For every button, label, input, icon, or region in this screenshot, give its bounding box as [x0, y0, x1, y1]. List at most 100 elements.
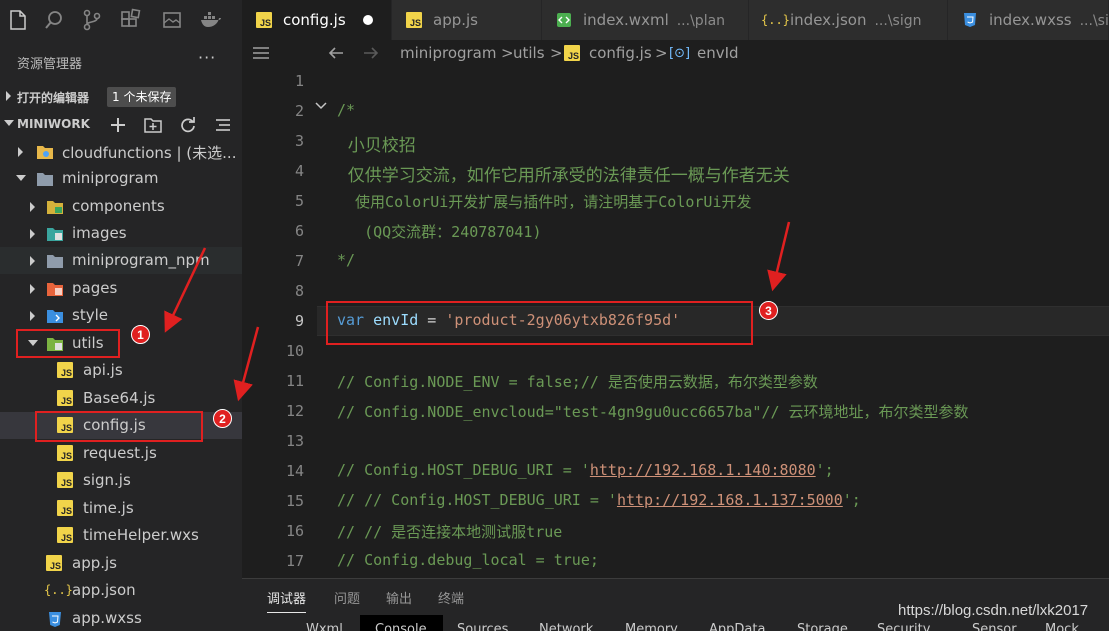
tree-item-label: images: [72, 224, 127, 242]
fold-chevron-icon[interactable]: [314, 101, 328, 111]
annotation-box-envid: [326, 301, 753, 345]
chevron-right-icon: [30, 256, 35, 266]
breadcrumb-miniprogram[interactable]: miniprogram: [400, 44, 496, 62]
watermark: https://blog.csdn.net/lxk2017: [898, 602, 1089, 619]
tab-path: ...\plan: [676, 13, 726, 29]
tab-terminal[interactable]: 终端: [438, 588, 464, 607]
new-folder-icon[interactable]: [143, 115, 163, 135]
tree-item-api-js[interactable]: JS api.js: [0, 357, 242, 384]
folder-icon: [47, 255, 63, 268]
extensions-icon[interactable]: [119, 8, 143, 32]
tab-label: index.wxml ...\plan: [583, 11, 726, 29]
open-editors-section[interactable]: 打开的编辑器 1 个未保存: [0, 86, 242, 108]
folder-style-icon: [47, 310, 63, 323]
tree-item-base64-js[interactable]: JS Base64.js: [0, 385, 242, 412]
js-file-icon: JS: [46, 555, 64, 573]
tree-item-label: app.js: [72, 554, 117, 572]
line-number: 14: [285, 462, 304, 480]
tree-item-app-js[interactable]: JS app.js: [0, 550, 242, 577]
chevron-right-icon: [30, 311, 35, 321]
url-link[interactable]: http://192.168.1.140:8080: [590, 461, 816, 479]
search-icon[interactable]: [42, 8, 66, 32]
tab-app-js[interactable]: JS app.js: [392, 0, 542, 40]
devtools-tab-appdata[interactable]: AppData: [709, 622, 765, 631]
folder-images-icon: [47, 228, 63, 241]
line-number: 11: [285, 372, 304, 390]
code-line: // Config.HOST_DEBUG_URI = 'http://192.1…: [337, 461, 834, 479]
tree-item-label: pages: [72, 279, 118, 297]
tree-item-time-js[interactable]: JS time.js: [0, 495, 242, 522]
folder-components-icon: [47, 201, 63, 214]
collapse-all-icon[interactable]: [213, 115, 233, 135]
folder-pages-icon: [47, 283, 63, 296]
tab-label: app.js: [433, 11, 478, 29]
css-file-icon: [49, 612, 61, 627]
tab-index-wxss[interactable]: index.wxss...\sign: [948, 0, 1109, 40]
tab-problems[interactable]: 问题: [334, 588, 360, 607]
line-number: 9: [294, 312, 304, 330]
annotation-number-1: 1: [131, 325, 150, 344]
line-number: 13: [285, 432, 304, 450]
tree-item-miniprogram-npm[interactable]: miniprogram_npm: [0, 247, 242, 274]
image-icon[interactable]: [160, 8, 184, 32]
devtools-tab-sources[interactable]: Sources: [457, 622, 508, 631]
breadcrumb-config-js[interactable]: config.js: [589, 44, 652, 62]
devtools-tab-memory[interactable]: Memory: [625, 622, 678, 631]
tree-item-pages[interactable]: pages: [0, 275, 242, 302]
tree-item-request-js[interactable]: JS request.js: [0, 440, 242, 467]
tree-item-miniprogram[interactable]: miniprogram: [0, 165, 242, 192]
breadcrumb-utils[interactable]: utils: [513, 44, 545, 62]
line-number: 12: [285, 402, 304, 420]
more-actions-button[interactable]: ···: [198, 48, 216, 67]
outline-list-icon[interactable]: [252, 45, 270, 61]
tab-debugger[interactable]: 调试器: [267, 588, 307, 613]
devtools-tab-network[interactable]: Network: [539, 622, 593, 631]
devtools-tab-sensor[interactable]: Sensor: [972, 622, 1017, 631]
tab-index-json[interactable]: {..} index.json ...\sign: [749, 0, 948, 40]
tree-item-label: request.js: [83, 444, 157, 462]
line-number: 2: [294, 102, 304, 120]
breadcrumb-envid[interactable]: envId: [697, 44, 739, 62]
source-control-icon[interactable]: [80, 8, 104, 32]
refresh-icon[interactable]: [178, 115, 198, 135]
tree-item-label: timeHelper.wxs: [83, 526, 199, 544]
tree-item-sign-js[interactable]: JS sign.js: [0, 467, 242, 494]
chevron-right-icon: [6, 91, 11, 101]
tab-label: index.wxss...\sign: [989, 11, 1109, 29]
docker-icon[interactable]: [199, 8, 223, 32]
line-number: 16: [285, 522, 304, 540]
line-number: 17: [285, 552, 304, 570]
new-file-icon[interactable]: [108, 115, 128, 135]
arrow-left-icon[interactable]: [327, 45, 345, 61]
devtools-tab-storage[interactable]: Storage: [797, 622, 848, 631]
explorer-title: 资源管理器: [17, 57, 83, 72]
devtools-tab-security[interactable]: Security: [877, 622, 930, 631]
tree-item-app-wxss[interactable]: app.wxss: [0, 605, 242, 631]
json-file-icon: {..}: [44, 583, 73, 597]
tree-item-cloudfunctions[interactable]: cloudfunctions | (未选...: [0, 138, 242, 165]
unsaved-dot-icon[interactable]: [363, 15, 373, 25]
arrow-right-icon[interactable]: [362, 45, 380, 61]
tree-item-label: app.json: [72, 581, 136, 599]
tree-item-app-json[interactable]: {..} app.json: [0, 577, 242, 604]
tab-output[interactable]: 输出: [386, 588, 412, 607]
tree-item-label: cloudfunctions | (未选...: [62, 144, 237, 162]
tree-item-components[interactable]: components: [0, 193, 242, 220]
chevron-right-icon: [30, 284, 35, 294]
devtools-tab-console[interactable]: Console: [375, 622, 427, 631]
js-file-icon: JS: [406, 12, 422, 28]
code-line: 仅供学习交流，如作它用所承受的法律责任一概与作者无关: [337, 166, 790, 186]
devtools-tab-wxml[interactable]: Wxml: [306, 622, 343, 631]
tab-config-js[interactable]: JS config.js: [242, 0, 392, 40]
breadcrumb-separator: >: [550, 44, 563, 62]
tree-item-images[interactable]: images: [0, 220, 242, 247]
tree-item-timehelper-wxs[interactable]: JS timeHelper.wxs: [0, 522, 242, 549]
url-link[interactable]: http://192.168.1.137:5000: [617, 491, 843, 509]
devtools-tab-mock[interactable]: Mock: [1045, 622, 1079, 631]
explorer-files-icon[interactable]: [6, 8, 30, 32]
tree-item-style[interactable]: style: [0, 302, 242, 329]
breadcrumb-separator: >: [501, 44, 514, 62]
project-section[interactable]: MINIWORK: [0, 113, 242, 135]
js-file-icon: JS: [57, 500, 75, 518]
tab-index-wxml[interactable]: index.wxml ...\plan: [542, 0, 749, 40]
